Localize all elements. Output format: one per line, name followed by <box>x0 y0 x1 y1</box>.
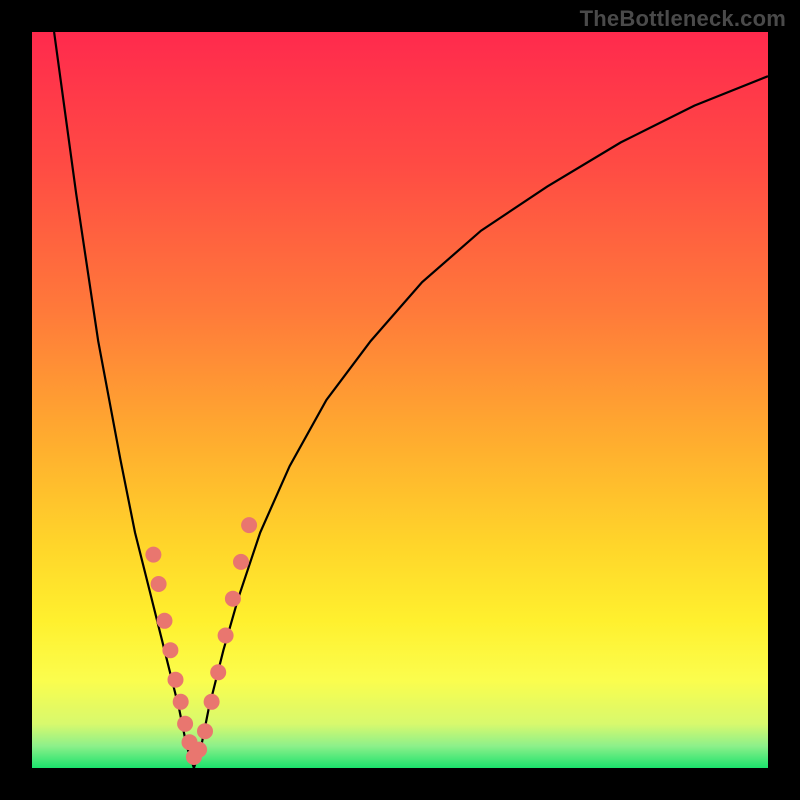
plot-area <box>32 32 768 768</box>
curve-layer <box>32 32 768 768</box>
scatter-dot <box>151 576 167 592</box>
scatter-dot <box>191 742 207 758</box>
scatter-dot <box>225 591 241 607</box>
scatter-dot <box>197 723 213 739</box>
chart-frame: TheBottleneck.com <box>0 0 800 800</box>
scatter-dot <box>218 628 234 644</box>
scatter-dot <box>173 694 189 710</box>
scatter-dot <box>233 554 249 570</box>
scatter-dot <box>204 694 220 710</box>
scatter-dot <box>162 642 178 658</box>
scatter-dot <box>210 664 226 680</box>
scatter-dot <box>145 547 161 563</box>
scatter-dot <box>168 672 184 688</box>
scatter-dot <box>177 716 193 732</box>
scatter-dot <box>241 517 257 533</box>
scatter-dot <box>157 613 173 629</box>
bottleneck-curve <box>54 32 768 768</box>
watermark-text: TheBottleneck.com <box>580 6 786 32</box>
